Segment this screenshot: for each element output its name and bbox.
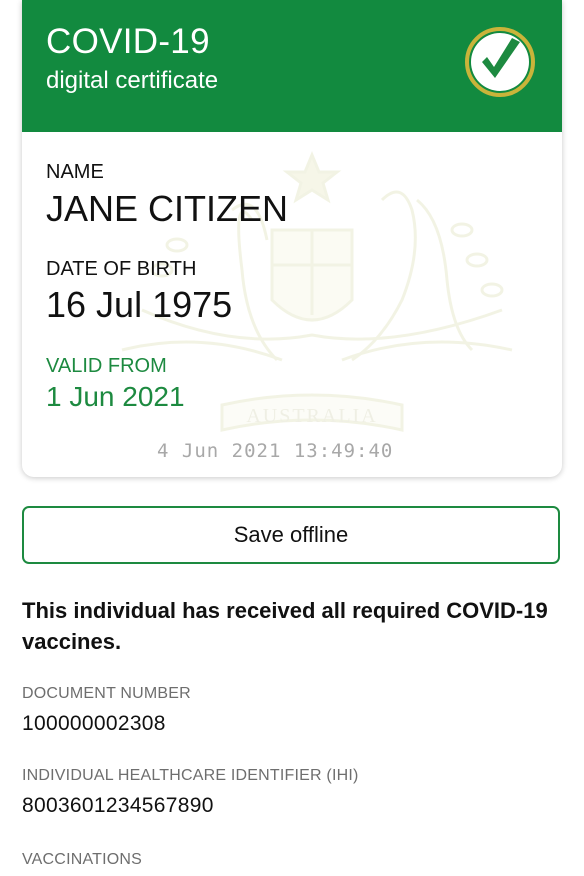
certificate-page: COVID-19 digital certificate AUSTRALIA N… [0, 0, 584, 876]
name-label: NAME [46, 161, 104, 183]
live-timestamp: 4 Jun 2021 13:49:40 [157, 440, 394, 462]
valid-from-value: 1 Jun 2021 [46, 381, 185, 412]
certificate-title: COVID-19 [46, 22, 210, 61]
valid-from-label: VALID FROM [46, 355, 167, 377]
date-of-birth-label: DATE OF BIRTH [46, 258, 197, 280]
check-circle-icon [465, 27, 535, 97]
document-number-label: DOCUMENT NUMBER [22, 685, 191, 702]
crest-text: AUSTRALIA [246, 405, 377, 427]
vaccination-status-message: This individual has received all require… [22, 598, 548, 654]
date-of-birth-value: 16 Jul 1975 [46, 284, 233, 325]
certificate-card: COVID-19 digital certificate AUSTRALIA N… [22, 0, 562, 477]
ihi-value: 8003601234567890 [22, 794, 214, 817]
document-number-value: 100000002308 [22, 712, 166, 735]
name-value: JANE CITIZEN [46, 188, 289, 229]
certificate-subtitle: digital certificate [46, 67, 219, 94]
vaccinations-label: VACCINATIONS [22, 851, 143, 868]
certificate-header: COVID-19 digital certificate [22, 0, 562, 132]
save-offline-button[interactable]: Save offline [22, 506, 560, 564]
ihi-label: INDIVIDUAL HEALTHCARE IDENTIFIER (IHI) [22, 767, 359, 784]
